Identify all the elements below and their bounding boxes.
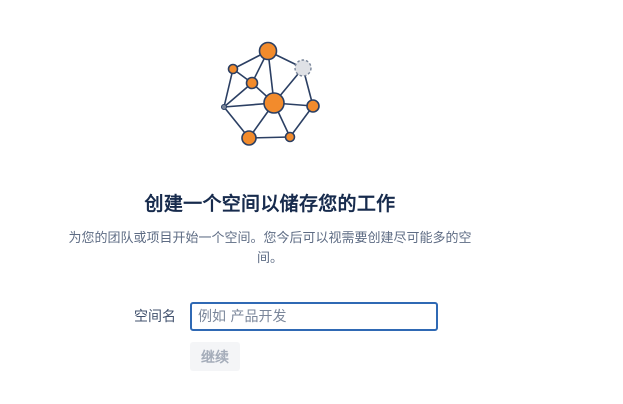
page-description-line-2: 间。 [256,251,283,266]
page-title: 创建一个空间以储存您的工作 [144,193,396,215]
space-name-input[interactable] [190,302,438,331]
continue-button[interactable]: 继续 [190,342,240,371]
page-description-line-1: 为您的团队或项目开始一个空间。您今后可以视需要创建尽可能多的空 [68,231,472,246]
network-nodes-illustration-icon [221,41,320,146]
space-name-label: 空间名 [134,309,176,325]
page-description: 为您的团队或项目开始一个空间。您今后可以视需要创建尽可能多的空 间。 [48,229,492,269]
create-space-page: 创建一个空间以储存您的工作 为您的团队或项目开始一个空间。您今后可以视需要创建尽… [0,0,623,404]
